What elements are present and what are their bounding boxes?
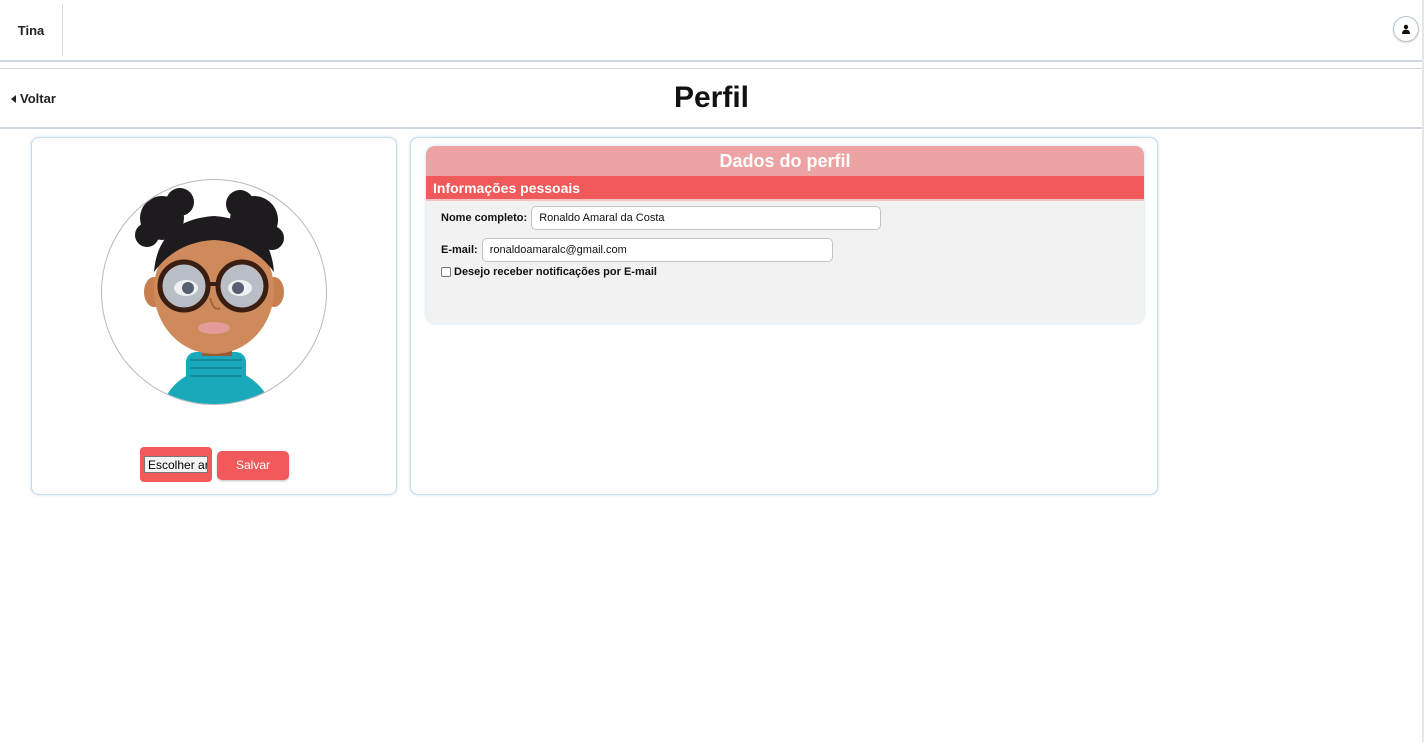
email-label: E-mail:: [441, 244, 478, 256]
page-header: Voltar Perfil: [0, 68, 1423, 129]
section-title: Informações pessoais: [426, 176, 1144, 201]
page-title: Perfil: [673, 81, 750, 114]
avatar: [101, 179, 327, 405]
name-label: Nome completo:: [441, 212, 528, 224]
profile-data-card: Dados do perfil Informações pessoais Nom…: [410, 137, 1158, 495]
avatar-card: Escolher ar Salvar: [31, 137, 397, 495]
window-edge: [1422, 0, 1424, 742]
notify-label: Desejo receber notificações por E-mail: [454, 266, 657, 278]
user-icon: [1402, 24, 1410, 34]
notify-row: Desejo receber notificações por E-mail: [441, 266, 661, 278]
user-menu-button[interactable]: [1393, 16, 1419, 42]
choose-file-button[interactable]: Escolher ar: [140, 447, 212, 482]
save-button[interactable]: Salvar: [217, 450, 289, 480]
email-input[interactable]: ronaldoamaralc@gmail.com: [481, 238, 833, 262]
email-row: E-mail: ronaldoamaralc@gmail.com: [441, 238, 833, 262]
name-input[interactable]: Ronaldo Amaral da Costa: [531, 206, 882, 230]
notify-checkbox[interactable]: [441, 267, 451, 277]
choose-file-label: Escolher ar: [144, 456, 208, 473]
panel-title: Dados do perfil: [426, 146, 1144, 176]
brand-name[interactable]: Tina: [0, 4, 63, 56]
avatar-illustration: [135, 188, 284, 404]
avatar-actions: Escolher ar Salvar: [140, 447, 289, 482]
name-row: Nome completo: Ronaldo Amaral da Costa: [441, 206, 882, 230]
top-bar: Tina: [0, 0, 1423, 62]
profile-panel: Dados do perfil Informações pessoais Nom…: [426, 146, 1144, 323]
